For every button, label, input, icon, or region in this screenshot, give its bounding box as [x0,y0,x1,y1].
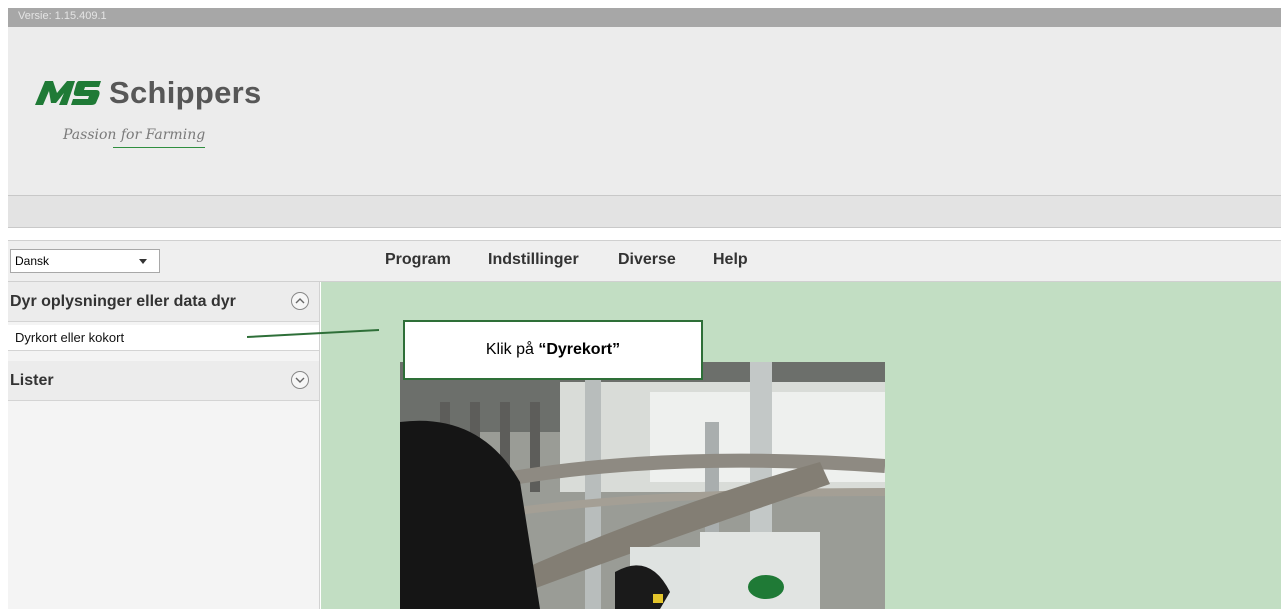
barn-photo-illustration [400,362,885,609]
chevron-up-icon[interactable] [291,292,309,310]
brand-tagline: Passion for Farming [63,127,206,143]
menu-bar: Dansk Program Indstillinger Diverse Help [8,240,1281,282]
barn-photo [400,362,885,609]
callout-emphasis: “Dyrekort” [538,341,621,358]
brand-name: Schippers [109,75,262,110]
tagline-underline [113,147,205,148]
callout-connector-line [247,329,379,338]
language-value: Dansk [15,254,50,268]
version-text: Versie: 1.15.409.1 [18,10,107,22]
app-header: Schippers Passion for Farming [8,27,1281,196]
header-subbar [8,196,1281,228]
accordion-title: Lister [10,372,54,389]
accordion-title: Dyr oplysninger eller data dyr [10,293,236,310]
instruction-callout: Klik på “Dyrekort” [403,320,703,380]
chevron-down-icon [139,259,147,264]
menu-diverse[interactable]: Diverse [618,251,676,269]
menu-program[interactable]: Program [385,251,451,269]
language-select[interactable]: Dansk [10,249,160,273]
accordion-header-lister[interactable]: Lister [8,361,319,401]
callout-prefix: Klik på [485,341,539,358]
ms-logo-icon [35,81,101,105]
version-bar: Versie: 1.15.409.1 [8,8,1281,27]
menu-help[interactable]: Help [713,251,748,269]
menu-indstillinger[interactable]: Indstillinger [488,251,579,269]
accordion-header-dyr-oplysninger[interactable]: Dyr oplysninger eller data dyr [8,282,319,322]
chevron-down-icon[interactable] [291,371,309,389]
